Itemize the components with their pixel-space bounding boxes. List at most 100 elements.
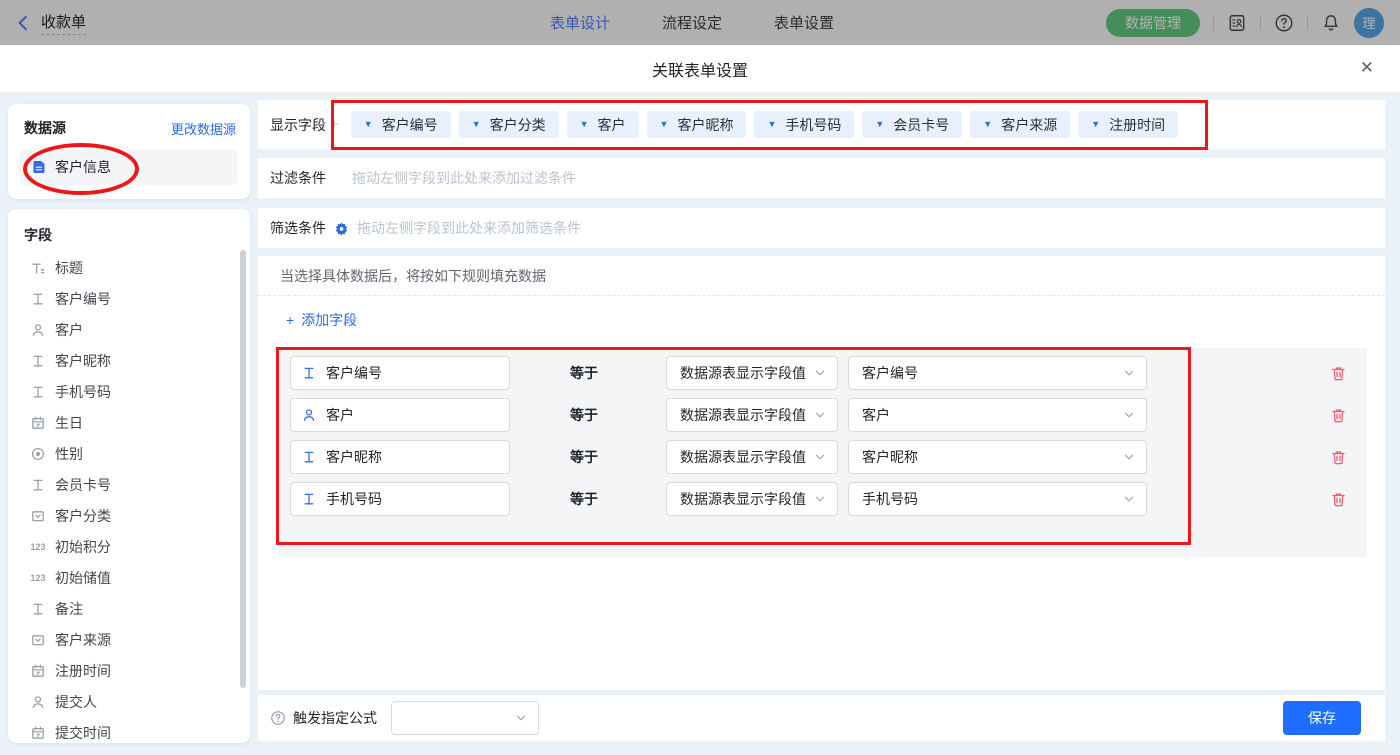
field-item[interactable]: 客户: [30, 314, 250, 345]
field-item[interactable]: 生日: [30, 407, 250, 438]
display-field-tag[interactable]: ▼ 客户: [567, 111, 639, 138]
caret-down-icon: ▼: [364, 120, 373, 129]
caret-down-icon: ▼: [767, 120, 776, 129]
data-manage-button[interactable]: 数据管理: [1106, 9, 1200, 37]
trigger-formula-select[interactable]: [391, 701, 539, 735]
trigger-formula-label: 触发指定公式: [293, 708, 377, 728]
datasource-title: 数据源: [24, 118, 66, 138]
chevron-down-icon: [1122, 450, 1136, 464]
title-field-icon: [30, 260, 46, 276]
field-item[interactable]: 性别: [30, 438, 250, 469]
rule-field-box[interactable]: 手机号码: [290, 482, 510, 516]
field-item[interactable]: 客户分类: [30, 500, 250, 531]
rule-source-select[interactable]: 数据源表显示字段值: [666, 440, 838, 474]
field-item-label: 手机号码: [55, 382, 111, 402]
display-field-tag-label: 客户来源: [1001, 115, 1057, 135]
filter-dropzone[interactable]: 拖动左侧字段到此处来添加过滤条件: [352, 168, 1385, 188]
caret-down-icon: ▼: [1091, 120, 1100, 129]
topbar: 收款单 表单设计 流程设定 表单设置 数据管理 理: [0, 0, 1400, 45]
rule-field-box[interactable]: 客户昵称: [290, 440, 510, 474]
select-field-icon: [30, 508, 46, 524]
contacts-icon[interactable]: [1227, 13, 1247, 33]
rule-operator: 等于: [570, 363, 600, 383]
field-item[interactable]: 提交人: [30, 686, 250, 717]
text-field-icon: [30, 601, 46, 617]
rule-operator: 等于: [570, 489, 600, 509]
modal-title: 关联表单设置: [0, 45, 1400, 93]
help-icon[interactable]: [1274, 13, 1294, 33]
display-field-tags: ▼ 客户编号 ▼ 客户分类 ▼ 客户 ▼ 客户: [351, 111, 1178, 138]
display-field-tag[interactable]: ▼ 手机号码: [754, 111, 854, 138]
display-fields-row: 显示字段 + ▼ 客户编号 ▼ 客户分类 ▼ 客户: [258, 100, 1385, 149]
delete-rule-icon[interactable]: [1330, 491, 1347, 508]
save-button[interactable]: 保存: [1283, 701, 1361, 735]
caret-down-icon: ▼: [660, 120, 669, 129]
delete-rule-icon[interactable]: [1330, 407, 1347, 424]
topbar-tab[interactable]: 表单设计: [550, 12, 610, 33]
field-item[interactable]: 123 初始积分: [30, 531, 250, 562]
chevron-down-icon: [813, 450, 827, 464]
field-item[interactable]: 客户编号: [30, 283, 250, 314]
field-item[interactable]: 备注: [30, 593, 250, 624]
text-field-icon: [301, 365, 317, 381]
display-field-tag[interactable]: ▼ 会员卡号: [862, 111, 962, 138]
change-datasource-link[interactable]: 更改数据源: [171, 119, 236, 138]
display-field-tag[interactable]: ▼ 客户分类: [459, 111, 559, 138]
field-item[interactable]: 123 初始储值: [30, 562, 250, 593]
fields-title: 字段: [8, 209, 250, 252]
rule-source-select[interactable]: 数据源表显示字段值: [666, 482, 838, 516]
topbar-tab[interactable]: 流程设定: [662, 12, 722, 33]
delete-rule-icon[interactable]: [1330, 449, 1347, 466]
footer-bar: 触发指定公式 保存: [258, 695, 1385, 741]
datasource-card: 数据源 更改数据源 客户信息: [8, 104, 250, 199]
rule-value-select[interactable]: 客户昵称: [848, 440, 1147, 474]
field-item-label: 客户编号: [55, 289, 111, 309]
filter-condition-row: 过滤条件 拖动左侧字段到此处来添加过滤条件: [258, 158, 1385, 198]
rule-row: 客户编号 等于 数据源表显示字段值 客户编号: [290, 356, 1347, 390]
document-icon: [31, 159, 47, 175]
form-name[interactable]: 收款单: [41, 11, 86, 35]
rule-field-label: 客户昵称: [326, 447, 382, 467]
field-item[interactable]: 提交时间: [30, 717, 250, 748]
field-item[interactable]: 会员卡号: [30, 469, 250, 500]
display-field-tag[interactable]: ▼ 客户编号: [351, 111, 451, 138]
datasource-item[interactable]: 客户信息: [20, 149, 238, 185]
text-field-icon: [30, 477, 46, 493]
back-icon[interactable]: [14, 14, 32, 32]
field-item[interactable]: 客户来源: [30, 624, 250, 655]
field-item[interactable]: 手机号码: [30, 376, 250, 407]
number-field-icon: 123: [30, 539, 46, 555]
user-field-icon: [30, 694, 46, 710]
rule-value-select[interactable]: 客户: [848, 398, 1147, 432]
caret-down-icon: ▼: [875, 120, 884, 129]
rule-value-select[interactable]: 客户编号: [848, 356, 1147, 390]
field-item-label: 客户: [55, 320, 83, 340]
rule-field-box[interactable]: 客户: [290, 398, 510, 432]
field-item-label: 客户昵称: [55, 351, 111, 371]
rule-source-select[interactable]: 数据源表显示字段值: [666, 356, 838, 390]
display-field-tag[interactable]: ▼ 客户来源: [970, 111, 1070, 138]
field-item[interactable]: 注册时间: [30, 655, 250, 686]
delete-rule-icon[interactable]: [1330, 365, 1347, 382]
field-item-label: 会员卡号: [55, 475, 111, 495]
add-field-button[interactable]: + 添加字段: [286, 310, 357, 330]
field-item[interactable]: 标题: [30, 252, 250, 283]
avatar[interactable]: 理: [1354, 8, 1384, 38]
fields-scrollbar[interactable]: [240, 250, 246, 688]
rule-field-box[interactable]: 客户编号: [290, 356, 510, 390]
rule-source-select[interactable]: 数据源表显示字段值: [666, 398, 838, 432]
help-circle-icon[interactable]: [270, 710, 286, 726]
field-item-label: 提交时间: [55, 723, 111, 743]
gear-icon[interactable]: [334, 221, 349, 236]
topbar-tab[interactable]: 表单设置: [774, 12, 834, 33]
screening-dropzone[interactable]: 拖动左侧字段到此处来添加筛选条件: [357, 218, 1385, 238]
field-list: 标题 客户编号 客户 客户昵称: [8, 252, 250, 748]
display-field-tag[interactable]: ▼ 客户昵称: [647, 111, 747, 138]
field-item[interactable]: 客户昵称: [30, 345, 250, 376]
close-icon[interactable]: ✕: [1360, 58, 1374, 78]
field-item-label: 生日: [55, 413, 83, 433]
rule-value-select[interactable]: 手机号码: [848, 482, 1147, 516]
caret-down-icon: ▼: [983, 120, 992, 129]
notification-bell-icon[interactable]: [1321, 13, 1341, 33]
display-field-tag[interactable]: ▼ 注册时间: [1078, 111, 1178, 138]
